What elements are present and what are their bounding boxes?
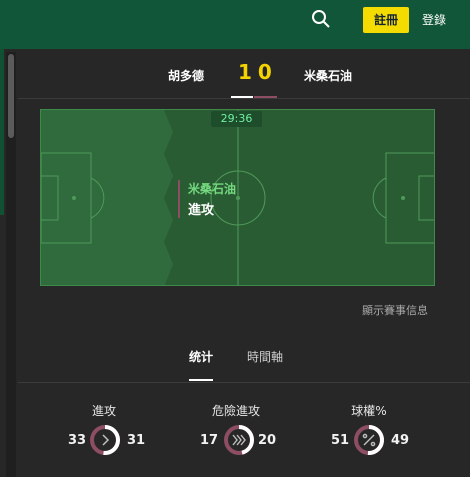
stat-dangerous-attacks: 危險進攻 17 20: [176, 402, 296, 472]
score: 10: [238, 60, 278, 84]
stat-donut: [224, 425, 254, 455]
tab-stats[interactable]: 统计: [189, 348, 213, 365]
event-indicator: 米桑石油 進攻: [178, 180, 236, 218]
pitch-markings: [41, 110, 434, 285]
scrollbar-thumb[interactable]: [8, 54, 14, 138]
stat-home-value: 17: [200, 433, 219, 448]
event-team: 米桑石油: [188, 182, 237, 196]
stat-donut: [354, 425, 384, 455]
stat-home-value: 33: [68, 433, 87, 448]
home-score: 1: [238, 60, 258, 84]
stat-home-value: 51: [331, 433, 350, 448]
away-team-name: 米桑石油: [304, 69, 353, 83]
event-action: 進攻: [188, 203, 215, 218]
tab-timeline[interactable]: 時間軸: [247, 348, 283, 365]
stat-donut: [90, 425, 120, 455]
pitch: [40, 109, 435, 286]
show-match-info-link[interactable]: 顯示賽事信息: [362, 302, 428, 318]
home-team-name: 胡多德: [168, 69, 205, 83]
away-score: 0: [257, 60, 278, 84]
match-timer: 29:36: [211, 111, 262, 127]
stat-attacks: 進攻 33 31: [44, 402, 164, 472]
search-icon[interactable]: [311, 9, 331, 29]
home-indicator: [231, 96, 253, 98]
scoreboard: 胡多德 10 米桑石油: [18, 49, 470, 99]
top-bar: 註冊 登錄: [0, 0, 470, 49]
stat-possession: 球權% 51 49: [309, 402, 429, 472]
percent-icon: [362, 433, 376, 447]
tab-bar: 统计 時間軸: [18, 332, 470, 383]
stat-away-value: 49: [391, 433, 410, 448]
stat-away-value: 20: [258, 433, 277, 448]
stat-title: 危險進攻: [211, 404, 260, 418]
stat-away-value: 31: [127, 433, 146, 448]
stat-title: 進攻: [91, 404, 116, 418]
stat-title: 球權%: [351, 404, 387, 418]
register-button[interactable]: 註冊: [363, 7, 409, 33]
login-button[interactable]: 登錄: [422, 11, 446, 28]
double-chevron-icon: [232, 434, 246, 446]
chevron-right-icon: [102, 434, 110, 446]
away-indicator: [254, 96, 277, 98]
tab-active-indicator: [189, 379, 213, 381]
background-panel-edge: [0, 49, 4, 215]
